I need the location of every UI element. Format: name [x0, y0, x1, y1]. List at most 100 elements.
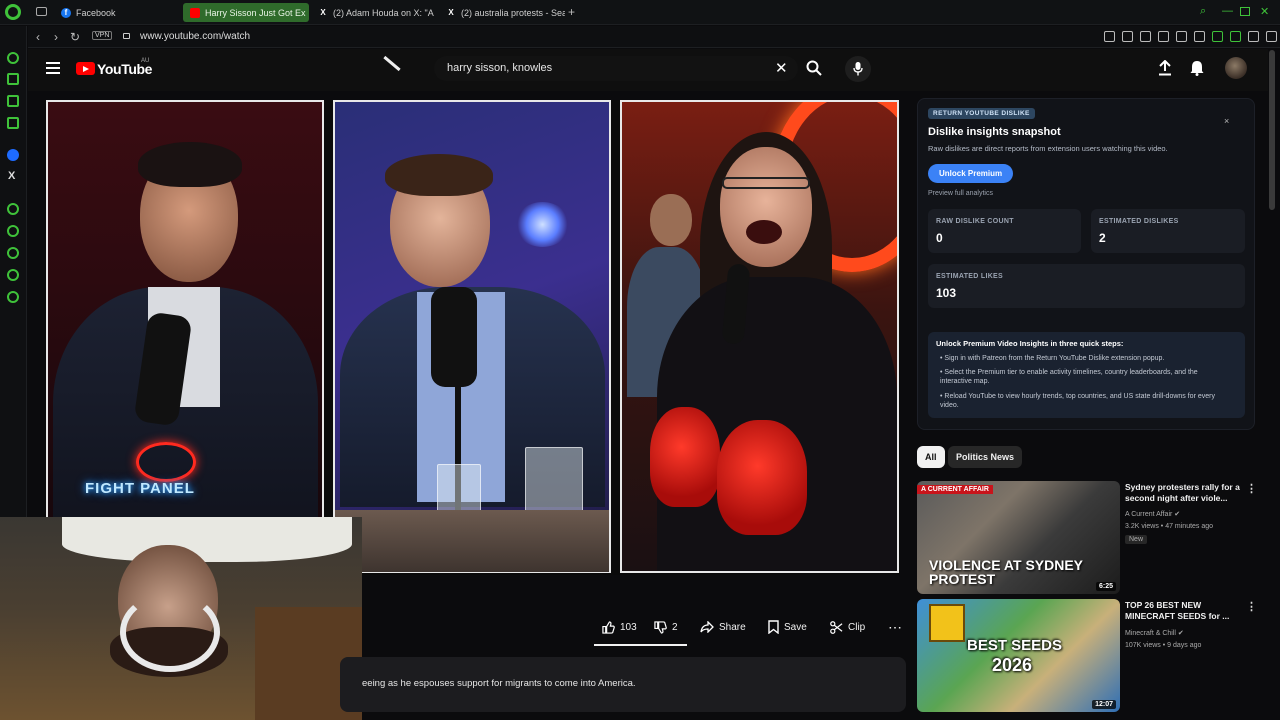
upload-icon[interactable]: [1158, 60, 1172, 76]
hamburger-menu-icon[interactable]: [46, 62, 60, 74]
extension-badge: RETURN YOUTUBE DISLIKE: [928, 108, 1035, 119]
webcam-shirt: [62, 517, 352, 562]
glasses: [722, 177, 810, 189]
recommendation-thumbnail[interactable]: A CURRENT AFFAIR VIOLENCE AT SYDNEY PROT…: [917, 481, 1120, 594]
share-button[interactable]: Share: [692, 615, 754, 639]
recommendation-channel[interactable]: A Current Affair ✔: [1125, 510, 1180, 518]
minecraft-character: [929, 604, 965, 642]
scissors-icon: [830, 620, 843, 634]
back-icon[interactable]: ‹: [36, 30, 40, 44]
close-icon[interactable]: ×: [1224, 116, 1229, 126]
maximize-icon[interactable]: [1240, 7, 1250, 16]
sidebar-whatsapp-icon[interactable]: [7, 117, 19, 129]
verified-icon: ✔: [1174, 511, 1181, 518]
microphone: [431, 287, 477, 387]
sidebar-shopping-icon[interactable]: [7, 73, 19, 85]
new-tab-button[interactable]: +: [568, 5, 575, 19]
webcam-overlay: [0, 517, 362, 720]
opera-logo-icon[interactable]: [5, 4, 21, 20]
save-label: Save: [784, 621, 807, 633]
search-query[interactable]: harry sisson, knowles: [447, 62, 552, 74]
recommendation-title[interactable]: TOP 26 BEST NEW MINECRAFT SEEDS for ...: [1125, 600, 1243, 622]
recommendation-thumbnail[interactable]: BEST SEEDS 2026 12:07: [917, 599, 1120, 712]
sidebar-settings-icon[interactable]: [7, 291, 19, 303]
estimated-dislikes-card: [1091, 209, 1245, 253]
wallet-icon[interactable]: [1212, 31, 1223, 42]
sidebar-player-icon[interactable]: [7, 203, 19, 215]
sidebar-clock-icon[interactable]: [7, 247, 19, 259]
forward-icon[interactable]: ›: [54, 30, 58, 44]
youtube-logo-icon[interactable]: [76, 62, 95, 75]
thumbs-down-icon: [654, 620, 667, 634]
new-badge: New: [1125, 535, 1148, 544]
tab-x-adam-houda[interactable]: X (2) Adam Houda on X: "A: [311, 3, 437, 22]
sidebar-lightbulb-icon[interactable]: [7, 269, 19, 281]
video-panel-right: [620, 100, 899, 573]
close-window-icon[interactable]: ✕: [1260, 5, 1269, 18]
page-scrollbar[interactable]: [1269, 50, 1275, 210]
unlock-premium-button[interactable]: Unlock Premium: [928, 164, 1014, 183]
tab-label: Harry Sisson Just Got Ex: [205, 7, 306, 18]
recommendation-meta: 107K views • 9 days ago: [1125, 642, 1202, 649]
like-count: 103: [620, 621, 637, 633]
minimize-icon[interactable]: —: [1222, 5, 1233, 17]
clip-button[interactable]: Clip: [822, 615, 873, 639]
clear-search-icon[interactable]: ✕: [775, 59, 788, 77]
facebook-icon: f: [61, 7, 71, 18]
sidebar-chat-icon[interactable]: [7, 95, 19, 107]
bookmark-icon[interactable]: [1104, 31, 1115, 42]
raw-dislike-card: [928, 209, 1081, 253]
play-icon[interactable]: [1176, 31, 1187, 42]
thumbnail-headline: VIOLENCE AT SYDNEY PROTEST: [929, 557, 1083, 587]
thumbnail-headline: BEST SEEDS: [967, 637, 1063, 654]
share-label: Share: [719, 621, 746, 633]
region-code: AU: [141, 58, 150, 64]
recommendation-channel[interactable]: Minecraft & Chill ✔: [1125, 629, 1184, 637]
snapshot-icon[interactable]: [1122, 31, 1133, 42]
search-tabs-icon[interactable]: ⌕: [1200, 5, 1206, 18]
save-button[interactable]: Save: [760, 615, 815, 639]
tab-youtube-active[interactable]: Harry Sisson Just Got Ex: [183, 3, 309, 22]
dislike-button[interactable]: 2: [646, 615, 686, 639]
steps-title: Unlock Premium Video Insights in three q…: [936, 339, 1124, 348]
account-icon[interactable]: [1230, 31, 1241, 42]
youtube-icon: [190, 7, 200, 18]
estimated-dislikes-label: ESTIMATED DISLIKES: [1099, 218, 1179, 225]
description-text: eeing as he espouses support for migrant…: [362, 678, 636, 689]
extension-icon[interactable]: [1158, 31, 1169, 42]
heart-icon[interactable]: [1194, 31, 1205, 42]
shield-icon[interactable]: [1140, 31, 1151, 42]
recommendation-title[interactable]: Sydney protesters rally for a second nig…: [1125, 482, 1243, 504]
more-actions-button[interactable]: ⋯: [880, 615, 910, 639]
sidebar-x-icon[interactable]: X: [8, 170, 15, 182]
share-icon: [700, 621, 714, 633]
vpn-badge[interactable]: VPN: [92, 31, 113, 40]
sidebar-heart-icon[interactable]: [7, 225, 19, 237]
step-item: • Reload YouTube to view hourly trends, …: [940, 393, 1215, 409]
like-button[interactable]: 103: [594, 615, 645, 639]
chip-all[interactable]: All: [917, 446, 945, 468]
search-icon[interactable]: [806, 60, 822, 76]
recommendation-menu-icon[interactable]: ⋮: [1246, 600, 1257, 613]
url-field[interactable]: www.youtube.com/watch: [140, 31, 250, 42]
channel-name: A Current Affair: [1125, 511, 1173, 518]
avatar[interactable]: [1225, 57, 1247, 79]
x-icon: X: [448, 8, 454, 17]
tab-label: (2) australia protests - Sea: [461, 7, 565, 18]
download-icon[interactable]: [1248, 31, 1259, 42]
sidebar-messenger-icon[interactable]: [7, 149, 19, 161]
voice-search-icon[interactable]: [845, 56, 871, 82]
step-text: Select the Premium tier to enable activi…: [940, 369, 1198, 385]
easy-setup-icon[interactable]: [1266, 31, 1277, 42]
sidebar-history-icon[interactable]: [7, 52, 19, 64]
hair: [138, 142, 242, 187]
tab-x-australia-protests[interactable]: X (2) australia protests - Sea: [439, 3, 565, 22]
chip-politics-news[interactable]: Politics News: [948, 446, 1023, 468]
recommendation-menu-icon[interactable]: ⋮: [1246, 482, 1257, 495]
reload-icon[interactable]: ↻: [70, 30, 80, 44]
tab-facebook[interactable]: f Facebook: [54, 3, 180, 22]
notifications-bell-icon[interactable]: [1190, 60, 1204, 76]
clip-label: Clip: [848, 621, 866, 633]
workspaces-icon[interactable]: [36, 7, 47, 16]
studio-light: [515, 202, 570, 247]
